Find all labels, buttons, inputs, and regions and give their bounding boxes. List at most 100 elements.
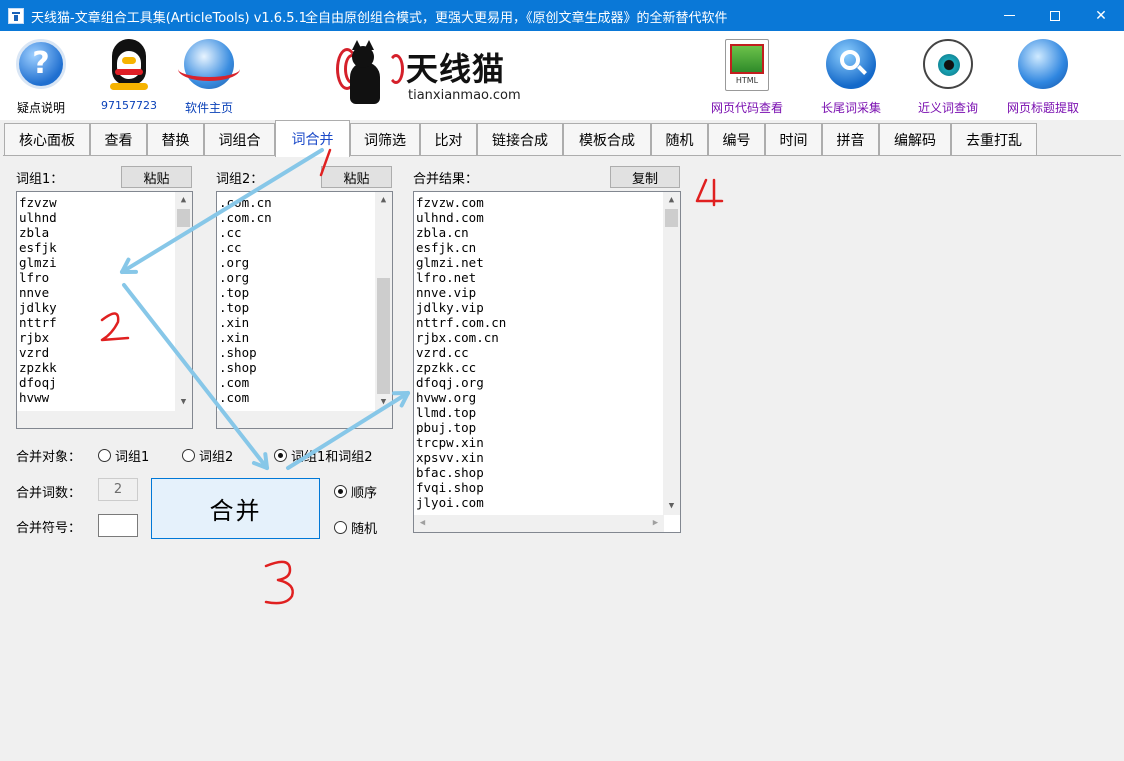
tab-12[interactable]: 时间	[765, 123, 822, 155]
group2-paste-button[interactable]: 粘贴	[321, 166, 392, 188]
list-item[interactable]: esfjk.cn	[416, 240, 506, 255]
tab-2[interactable]: 查看	[90, 123, 147, 155]
list-item[interactable]: nnve	[19, 285, 57, 300]
list-item[interactable]: hvww	[19, 390, 57, 405]
tab-3[interactable]: 替换	[147, 123, 204, 155]
target-both-radio[interactable]: 词组1和词组2	[274, 446, 373, 465]
list-item[interactable]: vzrd.cc	[416, 345, 506, 360]
list-item[interactable]: .cc	[219, 240, 272, 255]
list-item[interactable]: zpzkk	[19, 360, 57, 375]
group1-hscroll[interactable]	[17, 411, 192, 428]
list-item[interactable]: rjbx	[19, 330, 57, 345]
group1-vscroll[interactable]: ▲ ▼	[175, 192, 192, 411]
order-random-radio[interactable]: 随机	[334, 518, 377, 537]
list-item[interactable]: nnve.vip	[416, 285, 506, 300]
maximize-button[interactable]	[1032, 0, 1078, 31]
group2-hscroll[interactable]	[217, 411, 392, 428]
list-item[interactable]: zbla	[19, 225, 57, 240]
list-item[interactable]: jdlky.vip	[416, 300, 506, 315]
group2-vscroll[interactable]: ▲ ▼	[375, 192, 392, 411]
scroll-thumb[interactable]	[377, 278, 390, 394]
list-item[interactable]: vzrd	[19, 345, 57, 360]
list-item[interactable]: jlyoi.com	[416, 495, 506, 510]
order-sequential-radio[interactable]: 顺序	[334, 482, 377, 501]
list-item[interactable]: .xin	[219, 315, 272, 330]
list-item[interactable]: dfoqj.org	[416, 375, 506, 390]
list-item[interactable]: pbuj.top	[416, 420, 506, 435]
help-tool[interactable]: ? 疑点说明	[8, 31, 74, 120]
scroll-up-icon[interactable]: ▲	[663, 192, 680, 209]
list-item[interactable]: .org	[219, 270, 272, 285]
merge-button[interactable]: 合并	[151, 478, 320, 539]
tab-11[interactable]: 编号	[708, 123, 765, 155]
list-item[interactable]: llmd.top	[416, 405, 506, 420]
list-item[interactable]: .com.cn	[219, 210, 272, 225]
list-item[interactable]: .shop	[219, 360, 272, 375]
list-item[interactable]: .com.cn	[219, 195, 272, 210]
list-item[interactable]: ulhnd.com	[416, 210, 506, 225]
list-item[interactable]: .shop	[219, 345, 272, 360]
merge-count-input[interactable]: 2	[98, 478, 138, 501]
list-item[interactable]: jdlky	[19, 300, 57, 315]
scroll-up-icon[interactable]: ▲	[375, 192, 392, 209]
list-item[interactable]: lfro.net	[416, 270, 506, 285]
tab-4[interactable]: 词组合	[204, 123, 275, 155]
scroll-left-icon[interactable]: ◀	[414, 515, 431, 532]
close-button[interactable]: ✕	[1078, 0, 1124, 31]
list-item[interactable]: .top	[219, 300, 272, 315]
target-group1-radio[interactable]: 词组1	[98, 446, 149, 465]
list-item[interactable]: xpsvv.xin	[416, 450, 506, 465]
scroll-right-icon[interactable]: ▶	[647, 515, 664, 532]
list-item[interactable]: .com	[219, 375, 272, 390]
group2-listbox[interactable]: .com.cn .com.cn .cc .cc .org .org .top .top .xin…	[216, 191, 393, 429]
list-item[interactable]: rjbx.com.cn	[416, 330, 506, 345]
scroll-thumb[interactable]	[177, 209, 190, 227]
tab-8[interactable]: 链接合成	[477, 123, 563, 155]
homepage-tool[interactable]: 软件主页	[176, 31, 242, 120]
list-item[interactable]: fvqi.shop	[416, 480, 506, 495]
scroll-thumb[interactable]	[665, 209, 678, 227]
list-item[interactable]: .top	[219, 285, 272, 300]
list-item[interactable]: fzvzw.com	[416, 195, 506, 210]
html-viewer-tool[interactable]: HTML 网页代码查看	[707, 31, 787, 120]
list-item[interactable]: nttrf	[19, 315, 57, 330]
title-extract-tool[interactable]: 网页标题提取	[1001, 31, 1085, 120]
result-hscroll[interactable]: ◀ ▶	[414, 515, 664, 532]
synonym-tool[interactable]: 近义词查询	[912, 31, 984, 120]
list-item[interactable]: ulhnd	[19, 210, 57, 225]
list-item[interactable]: zpzkk.cc	[416, 360, 506, 375]
group1-paste-button[interactable]: 粘贴	[121, 166, 192, 188]
list-item[interactable]: bfac.shop	[416, 465, 506, 480]
list-item[interactable]: lfro	[19, 270, 57, 285]
tab-10[interactable]: 随机	[651, 123, 708, 155]
list-item[interactable]: dfoqj	[19, 375, 57, 390]
copy-button[interactable]: 复制	[610, 166, 680, 188]
tab-1[interactable]: 核心面板	[4, 123, 90, 155]
tab-6[interactable]: 词筛选	[350, 123, 420, 155]
qq-tool[interactable]: 97157723	[96, 31, 162, 120]
list-item[interactable]: .com	[219, 390, 272, 405]
list-item[interactable]: glmzi.net	[416, 255, 506, 270]
tab-7[interactable]: 比对	[420, 123, 477, 155]
list-item[interactable]: hvww.org	[416, 390, 506, 405]
list-item[interactable]: fzvzw	[19, 195, 57, 210]
tab-14[interactable]: 编解码	[879, 123, 951, 155]
group1-listbox[interactable]: fzvzw ulhnd zbla esfjk glmzi lfro nnve jdlky ntt…	[16, 191, 193, 429]
list-item[interactable]: esfjk	[19, 240, 57, 255]
tab-9[interactable]: 模板合成	[563, 123, 651, 155]
list-item[interactable]: nttrf.com.cn	[416, 315, 506, 330]
scroll-down-icon[interactable]: ▼	[175, 394, 192, 411]
list-item[interactable]: trcpw.xin	[416, 435, 506, 450]
list-item[interactable]: .xin	[219, 330, 272, 345]
list-item[interactable]: .cc	[219, 225, 272, 240]
scroll-down-icon[interactable]: ▼	[375, 394, 392, 411]
tab-13[interactable]: 拼音	[822, 123, 879, 155]
longtail-tool[interactable]: 长尾词采集	[815, 31, 887, 120]
merge-symbol-input[interactable]	[98, 514, 138, 537]
tab-5[interactable]: 词合并	[275, 120, 350, 157]
list-item[interactable]: .org	[219, 255, 272, 270]
list-item[interactable]: glmzi	[19, 255, 57, 270]
list-item[interactable]: zbla.cn	[416, 225, 506, 240]
result-vscroll[interactable]: ▲ ▼	[663, 192, 680, 515]
minimize-button[interactable]	[986, 0, 1032, 31]
